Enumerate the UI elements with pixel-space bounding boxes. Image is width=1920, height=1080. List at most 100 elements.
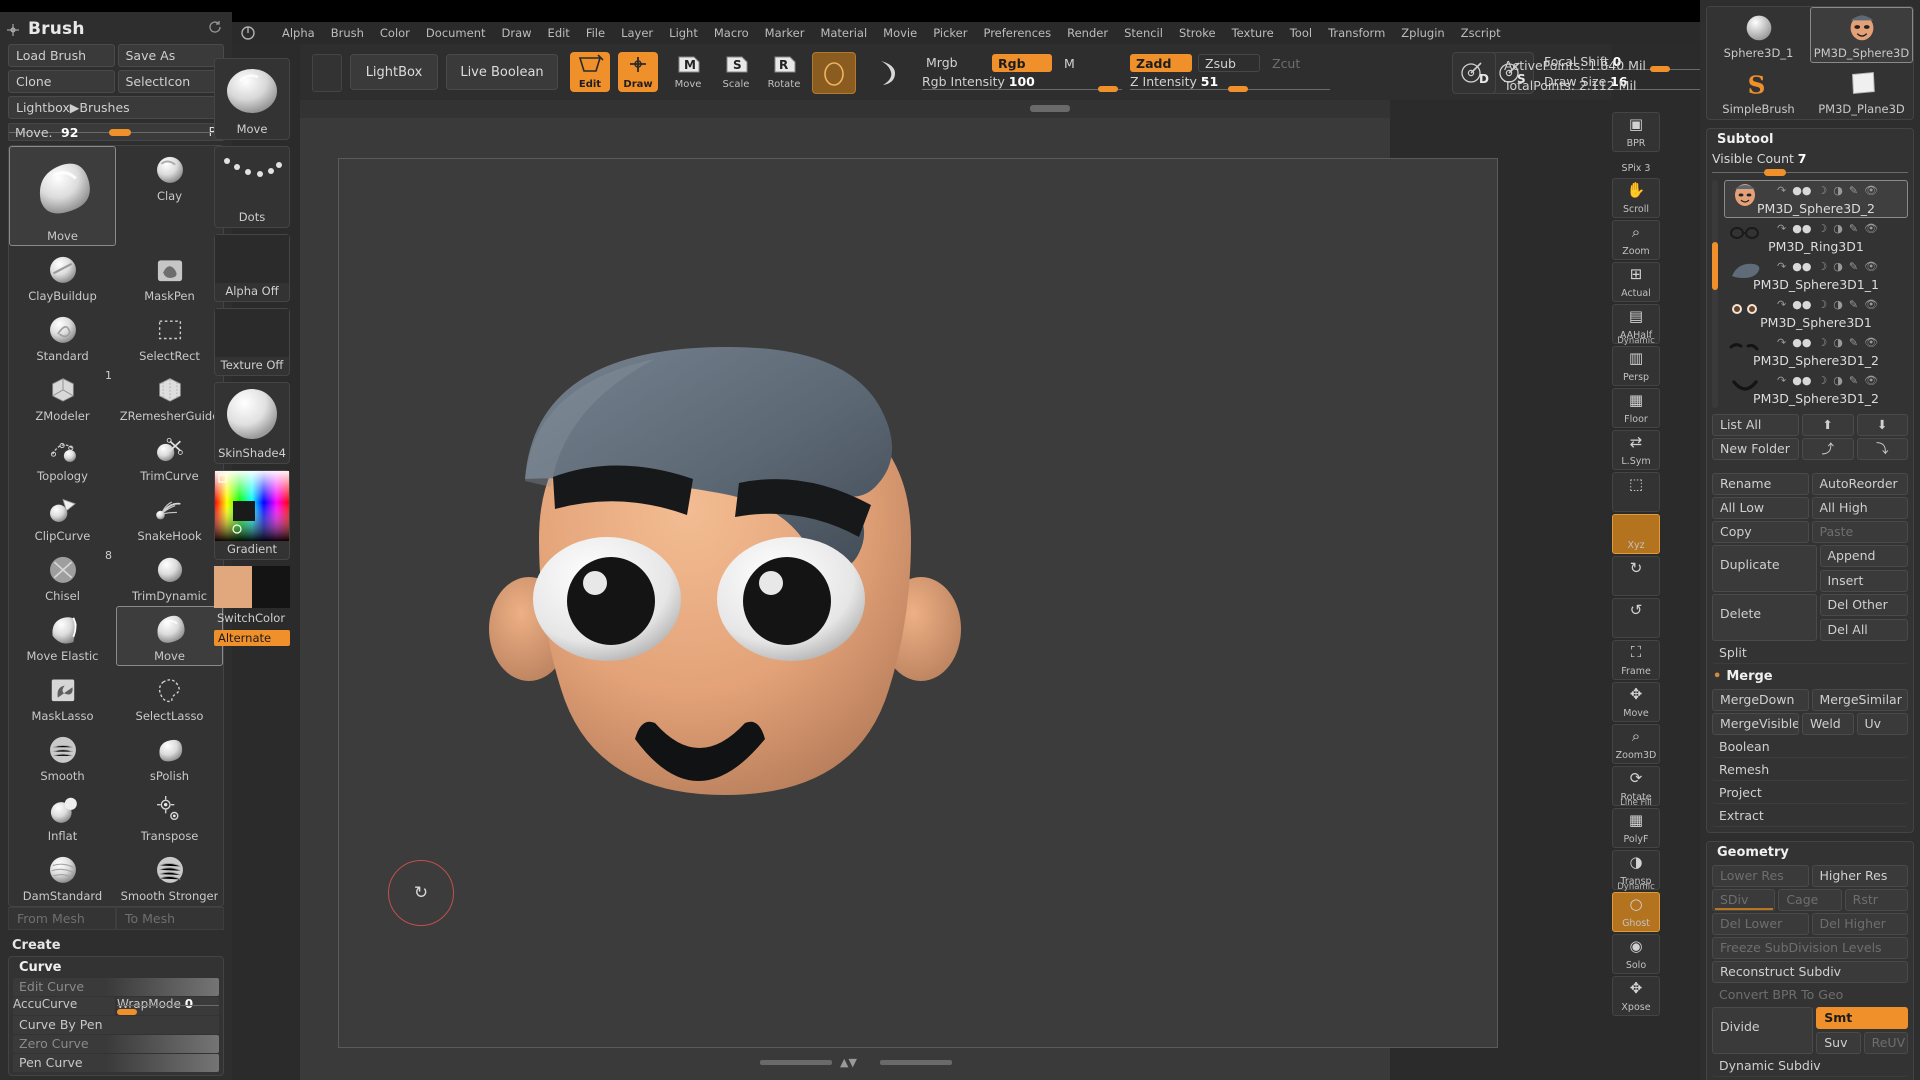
zero-curve-row[interactable]: Zero Curve [13, 1035, 219, 1053]
subtool-visibility-icon[interactable]: ●● [1792, 336, 1811, 349]
scroll-button[interactable]: ✋ Scroll [1612, 178, 1660, 218]
menu-item-edit[interactable]: Edit [540, 24, 578, 42]
brush-cell-chisel[interactable]: Chisel 8 [9, 546, 116, 606]
subtool-row[interactable]: ↷ ●● ☽ ◑ ✎ 👁 PM3D_Sphere3D1 [1724, 294, 1908, 332]
extract-button[interactable]: Extract [1712, 806, 1908, 827]
brush-cell-masklasso[interactable]: MaskLasso [9, 666, 116, 726]
menu-item-alpha[interactable]: Alpha [274, 24, 323, 42]
list-all-button[interactable]: List All [1712, 414, 1799, 436]
subtool-polyframe-icon[interactable]: ◑ [1833, 298, 1843, 311]
lightbox-button[interactable]: LightBox [350, 54, 438, 90]
subtool-edit-icon[interactable]: ✎ [1849, 222, 1858, 235]
subtool-eye-icon[interactable]: 👁 [1864, 298, 1878, 311]
tool-cell-pm3d_plane3d[interactable]: PM3D_Plane3D [1810, 63, 1913, 119]
append-button[interactable]: Append [1819, 545, 1908, 567]
smt-button[interactable]: Smt [1816, 1007, 1908, 1029]
doc-nav-arrows[interactable]: ▲▼ [840, 1056, 857, 1069]
brush-cell-claybuildup[interactable]: ClayBuildup [9, 246, 116, 306]
del-other-button[interactable]: Del Other [1819, 594, 1908, 616]
menu-item-light[interactable]: Light [661, 24, 706, 42]
focal-shift-knob[interactable] [1650, 66, 1670, 72]
brush-cell-standard[interactable]: Standard [9, 306, 116, 366]
subtool-transparency-icon[interactable]: ☽ [1817, 336, 1827, 349]
document-scroll-knob[interactable] [1030, 105, 1070, 112]
menu-item-stencil[interactable]: Stencil [1116, 24, 1171, 42]
select-icon-button[interactable]: SelectIcon [117, 70, 224, 93]
brush-preview-palette[interactable]: Move [214, 58, 290, 140]
scale-tool-button[interactable]: S Scale [716, 52, 756, 92]
subtool-row[interactable]: ↷ ●● ☽ ◑ ✎ 👁 PM3D_Sphere3D1_2 [1724, 332, 1908, 370]
texture-preview-palette[interactable]: Texture Off [214, 308, 290, 376]
brush-cell-topology[interactable]: Topology [9, 426, 116, 486]
stroke-preview-palette[interactable]: Dots [214, 146, 290, 228]
menu-item-zscript[interactable]: Zscript [1453, 24, 1509, 42]
tool-cell-pm3d_sphere3d[interactable]: PM3D_Sphere3D [1810, 7, 1913, 63]
subtool-row[interactable]: ↷ ●● ☽ ◑ ✎ 👁 PM3D_Ring3D1 [1724, 218, 1908, 256]
live-boolean-button[interactable]: Live Boolean [446, 54, 558, 90]
wrapmode-knob[interactable] [117, 1009, 137, 1015]
rgb-intensity-slider[interactable]: Rgb Intensity 100 [922, 74, 1122, 92]
brush-cell-move[interactable]: Move [116, 606, 223, 666]
alpha-preview-palette[interactable]: Alpha Off [214, 234, 290, 302]
menu-item-color[interactable]: Color [372, 24, 418, 42]
brush-cell-trimcurve[interactable]: TrimCurve [116, 426, 223, 486]
brush-cell-clipcurve[interactable]: ClipCurve [9, 486, 116, 546]
z-intensity-slider[interactable]: Z Intensity 51 [1130, 74, 1330, 92]
menu-item-draw[interactable]: Draw [494, 24, 540, 42]
subtool-transparency-icon[interactable]: ☽ [1817, 222, 1827, 235]
brush-cell-zremesherguide[interactable]: ZRemesherGuide [116, 366, 223, 426]
xyz-button[interactable]: Xyz [1612, 514, 1660, 554]
ghost-button[interactable]: ○ Dynamic Ghost [1612, 882, 1660, 932]
subtool-eye-icon[interactable]: 👁 [1864, 374, 1878, 387]
new-folder-button[interactable]: New Folder [1712, 438, 1799, 460]
subtool-paint-icon[interactable]: ↷ [1777, 260, 1786, 273]
dynamic-size-icon-button[interactable]: D [1452, 52, 1496, 94]
edit-button[interactable]: Edit [570, 52, 610, 92]
duplicate-button[interactable]: Duplicate [1712, 545, 1817, 592]
menu-item-zplugin[interactable]: Zplugin [1393, 24, 1452, 42]
subtool-eye-icon[interactable]: 👁 [1864, 184, 1878, 197]
move-down-button[interactable]: ⬇ [1856, 414, 1908, 436]
move-out-button[interactable]: ⤴ [1802, 438, 1854, 460]
material-preview-palette[interactable]: SkinShade4 [214, 382, 290, 464]
refresh-icon[interactable] [208, 20, 222, 34]
subtool-visibility-icon[interactable]: ●● [1792, 374, 1811, 387]
accucurve-button[interactable]: AccuCurve [13, 997, 115, 1015]
menu-item-document[interactable]: Document [418, 24, 494, 42]
clone-button[interactable]: Clone [8, 70, 115, 93]
z-intensity-knob[interactable] [1228, 86, 1248, 92]
subtool-polyframe-icon[interactable]: ◑ [1833, 374, 1843, 387]
dynamic-subdiv-button[interactable]: Dynamic Subdiv [1712, 1056, 1908, 1077]
subtool-edit-icon[interactable]: ✎ [1849, 336, 1858, 349]
rgb-intensity-knob[interactable] [1098, 86, 1118, 92]
zsub-button[interactable]: Zsub [1198, 54, 1260, 72]
color-picker-image[interactable] [215, 471, 289, 541]
edit-curve-row[interactable]: Edit Curve [13, 978, 219, 996]
weld-button[interactable]: Weld [1802, 713, 1854, 735]
merge-similar-button[interactable]: MergeSimilar [1811, 689, 1908, 711]
rotate-y-button[interactable]: ↺ [1612, 598, 1660, 638]
brush-cell-inflat[interactable]: Inflat [9, 786, 116, 846]
subtool-visibility-icon[interactable]: ●● [1792, 260, 1811, 273]
subtool-transparency-icon[interactable]: ☽ [1817, 298, 1827, 311]
menu-item-picker[interactable]: Picker [925, 24, 975, 42]
menu-item-material[interactable]: Material [812, 24, 875, 42]
pen-curve-row[interactable]: Pen Curve [13, 1054, 219, 1072]
brush-cell-snakehook[interactable]: SnakeHook [116, 486, 223, 546]
spix-slider[interactable]: SPix 3 [1612, 154, 1660, 176]
menu-item-movie[interactable]: Movie [875, 24, 925, 42]
split-button[interactable]: Split [1712, 643, 1908, 664]
brush-cell-selectlasso[interactable]: SelectLasso [116, 666, 223, 726]
menu-item-file[interactable]: File [578, 24, 613, 42]
zoom-button[interactable]: ⌕ Zoom [1612, 220, 1660, 260]
subtool-polyframe-icon[interactable]: ◑ [1833, 184, 1843, 197]
floor-button[interactable]: ▦ Floor [1612, 388, 1660, 428]
transform-button[interactable]: ⬚ [1612, 472, 1660, 512]
subtool-visibility-icon[interactable]: ●● [1792, 184, 1811, 197]
brush-cell-move[interactable]: Move [9, 146, 116, 246]
rgb-button[interactable]: Rgb [992, 54, 1052, 72]
divide-button[interactable]: Divide [1712, 1007, 1814, 1054]
insert-button[interactable]: Insert [1819, 570, 1908, 592]
subtool-transparency-icon[interactable]: ☽ [1817, 260, 1827, 273]
move-button[interactable]: ✥ Move [1612, 682, 1660, 722]
